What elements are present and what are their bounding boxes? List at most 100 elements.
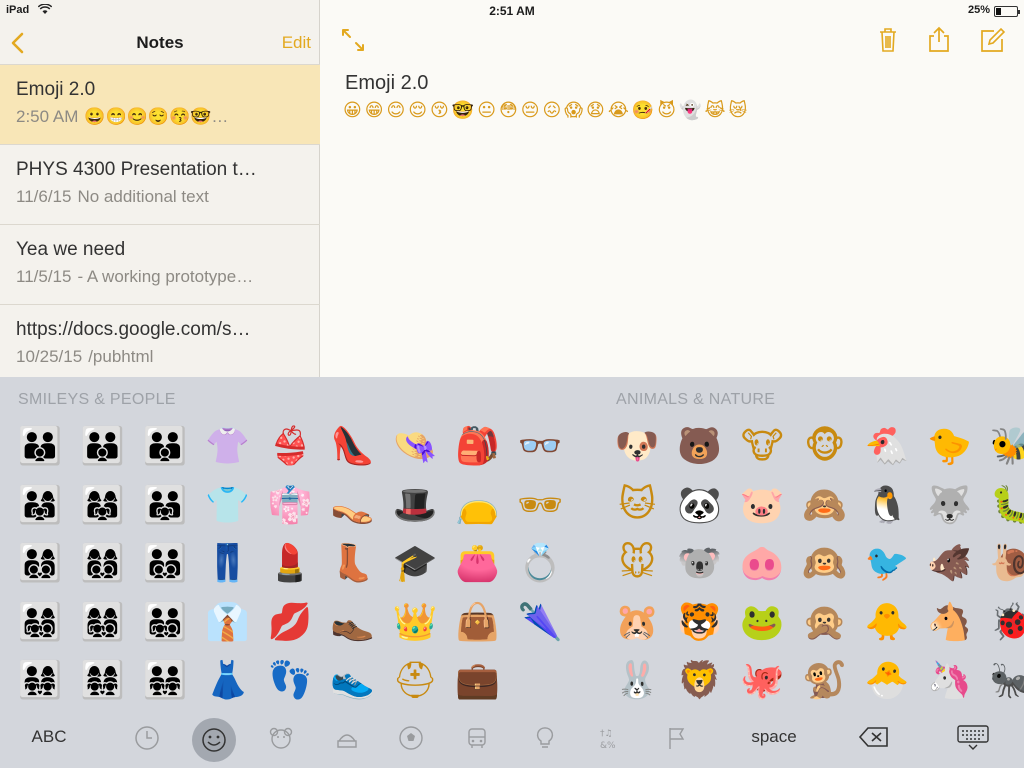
emoji-key[interactable]: 👓 (509, 417, 572, 476)
emoji-key[interactable]: 🐴 (919, 593, 982, 652)
emoji-key[interactable]: 👚 (197, 417, 260, 476)
emoji-key[interactable]: 👕 (197, 476, 260, 535)
emoji-key[interactable]: 🦄 (919, 651, 982, 710)
note-list-item[interactable]: Emoji 2.0 2:50 AM 😀😁😊😌😚🤓… (0, 65, 320, 145)
emoji-key[interactable]: 🐵 (794, 417, 857, 476)
emoji-key[interactable]: 🐻 (669, 417, 732, 476)
emoji-key[interactable]: 👨‍👨‍👦‍👦 (134, 534, 197, 593)
emoji-key[interactable]: 🐥 (856, 593, 919, 652)
emoji-key[interactable]: 🐝 (981, 417, 1024, 476)
emoji-key[interactable]: 👑 (384, 593, 447, 652)
emoji-key[interactable]: 👖 (197, 534, 260, 593)
emoji-key[interactable]: 🐹 (606, 593, 669, 652)
emoji-key[interactable]: 👨‍👩‍👧‍👧 (9, 651, 72, 710)
emoji-key[interactable]: 💼 (447, 651, 510, 710)
emoji-key[interactable]: 👙 (259, 417, 322, 476)
emoji-key[interactable]: 💍 (509, 534, 572, 593)
emoji-key[interactable]: 👩‍👩‍👧 (72, 476, 135, 535)
emoji-key[interactable]: 🐙 (731, 651, 794, 710)
note-list-item[interactable]: Yea we need 11/5/15 - A working prototype… (0, 225, 320, 305)
emoji-key[interactable]: 👔 (197, 593, 260, 652)
emoji-key[interactable]: 🐷 (731, 476, 794, 535)
emoji-key[interactable]: 👩‍👩‍👦‍👦 (72, 534, 135, 593)
bear-icon[interactable] (266, 723, 296, 753)
note-list-item[interactable]: https://docs.google.com/s… 10/25/15/pubht… (0, 305, 320, 385)
emoji-key[interactable]: 🐨 (669, 534, 732, 593)
emoji-key[interactable]: 👨‍👨‍👦 (134, 417, 197, 476)
emoji-key[interactable]: 🐤 (919, 417, 982, 476)
emoji-key[interactable]: ⛑ (384, 651, 447, 710)
emoji-key[interactable]: 👟 (322, 651, 385, 710)
emoji-key[interactable]: 👨‍👩‍👧 (9, 476, 72, 535)
emoji-key[interactable]: 🐽 (731, 534, 794, 593)
edit-button[interactable]: Edit (282, 33, 311, 53)
ball-icon[interactable] (396, 723, 426, 753)
emoji-key[interactable]: 🐶 (606, 417, 669, 476)
emoji-key[interactable]: 🐼 (669, 476, 732, 535)
emoji-key[interactable]: 🌂 (509, 593, 572, 652)
emoji-key[interactable]: 🎩 (384, 476, 447, 535)
emoji-key[interactable]: 👨‍👨‍👧‍👦 (134, 593, 197, 652)
bulb-icon[interactable] (530, 723, 560, 753)
emoji-key[interactable]: 👪 (72, 417, 135, 476)
emoji-key[interactable]: 👘 (259, 476, 322, 535)
delete-icon[interactable] (852, 719, 896, 755)
emoji-key[interactable]: 👩‍👩‍👧‍👦 (72, 593, 135, 652)
emoji-key[interactable]: 🐸 (731, 593, 794, 652)
emoji-key[interactable]: 👢 (322, 534, 385, 593)
emoji-key[interactable]: 🐞 (981, 593, 1024, 652)
emoji-key[interactable]: 👜 (447, 593, 510, 652)
emoji-key[interactable]: 🐗 (919, 534, 982, 593)
emoji-key[interactable]: 🐔 (856, 417, 919, 476)
emoji-key[interactable]: 🐦 (856, 534, 919, 593)
emoji-key[interactable]: 👪 (9, 417, 72, 476)
emoji-key[interactable]: 🐣 (856, 651, 919, 710)
emoji-key[interactable]: 🐺 (919, 476, 982, 535)
hide-keyboard-icon[interactable] (950, 719, 996, 755)
emoji-key[interactable]: 💄 (259, 534, 322, 593)
emoji-key[interactable]: 👞 (322, 593, 385, 652)
emoji-key[interactable]: 👨‍👨‍👧‍👧 (134, 651, 197, 710)
note-list-item[interactable]: PHYS 4300 Presentation t… 11/6/15 No addit… (0, 145, 320, 225)
symbols-icon[interactable]: †♫ &% (596, 723, 626, 753)
emoji-key[interactable]: 🎓 (384, 534, 447, 593)
emoji-key[interactable]: 🦁 (669, 651, 732, 710)
emoji-key[interactable]: 🐌 (981, 534, 1024, 593)
emoji-key[interactable]: 🐱 (606, 476, 669, 535)
emoji-key[interactable]: 🐯 (669, 593, 732, 652)
space-key[interactable]: space (728, 719, 820, 755)
note-body-title[interactable]: Emoji 2.0 (345, 72, 428, 95)
emoji-key[interactable]: 🐧 (856, 476, 919, 535)
emoji-key[interactable]: 👨‍👨‍👧 (134, 476, 197, 535)
share-icon[interactable] (925, 26, 953, 54)
emoji-key[interactable]: 👩‍👩‍👧‍👧 (72, 651, 135, 710)
flag-icon[interactable] (662, 723, 692, 753)
emoji-key[interactable]: 🐰 (606, 651, 669, 710)
emoji-key[interactable]: 🐮 (731, 417, 794, 476)
emoji-key[interactable]: 🐛 (981, 476, 1024, 535)
emoji-key[interactable]: 👨‍👩‍👧‍👦 (9, 593, 72, 652)
note-body-emoji[interactable]: 😀😁😊😌😚🤓😐😳😔😖😱😧😭🤒😈👻😹😿 (343, 100, 750, 121)
emoji-key[interactable]: 🐜 (981, 651, 1024, 710)
car-icon[interactable] (462, 723, 492, 753)
emoji-key[interactable]: 👛 (447, 534, 510, 593)
emoji-key[interactable]: 👗 (197, 651, 260, 710)
clock-icon[interactable] (132, 723, 162, 753)
trash-icon[interactable] (874, 26, 902, 54)
emoji-key[interactable]: 👨‍👩‍👦‍👦 (9, 534, 72, 593)
food-icon[interactable] (332, 723, 362, 753)
emoji-key[interactable]: 🎒 (447, 417, 510, 476)
emoji-key[interactable]: 👝 (447, 476, 510, 535)
emoji-key[interactable]: 🙉 (794, 534, 857, 593)
smiley-icon[interactable] (192, 718, 236, 762)
emoji-key[interactable]: 🐭 (606, 534, 669, 593)
emoji-key[interactable]: 🕶 (509, 476, 572, 535)
emoji-key[interactable]: 🙊 (794, 593, 857, 652)
emoji-key[interactable]: 🙈 (794, 476, 857, 535)
emoji-key[interactable]: 👠 (322, 417, 385, 476)
emoji-key[interactable]: 👣 (259, 651, 322, 710)
expand-icon[interactable] (339, 26, 367, 54)
emoji-key[interactable]: 🐒 (794, 651, 857, 710)
compose-icon[interactable] (979, 26, 1007, 54)
emoji-key[interactable]: 💋 (259, 593, 322, 652)
